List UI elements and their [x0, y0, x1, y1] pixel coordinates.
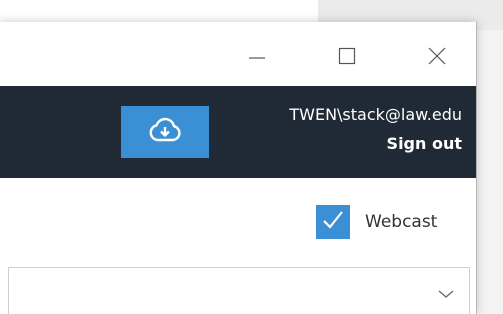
sign-out-link[interactable]: Sign out — [289, 134, 462, 154]
chevron-down-icon — [437, 288, 455, 300]
account-info: TWEN\stack@law.edu Sign out — [289, 104, 462, 154]
account-email: TWEN\stack@law.edu — [289, 105, 462, 124]
close-button[interactable] — [414, 38, 460, 74]
cloud-download-icon — [148, 117, 182, 147]
minimize-icon — [247, 46, 267, 66]
selection-dropdown[interactable] — [8, 267, 470, 314]
maximize-button[interactable] — [324, 38, 370, 74]
webcast-option[interactable]: Webcast — [316, 205, 437, 239]
cloud-download-button[interactable] — [121, 106, 209, 158]
minimize-button[interactable] — [234, 38, 280, 74]
close-icon — [427, 46, 447, 66]
account-header: TWEN\stack@law.edu Sign out — [0, 86, 476, 178]
maximize-icon — [337, 46, 357, 66]
title-bar — [0, 22, 476, 86]
checkmark-icon — [321, 209, 345, 235]
app-window: TWEN\stack@law.edu Sign out Webcast — [0, 22, 476, 314]
webcast-checkbox[interactable] — [316, 205, 350, 239]
webcast-label: Webcast — [365, 212, 438, 232]
